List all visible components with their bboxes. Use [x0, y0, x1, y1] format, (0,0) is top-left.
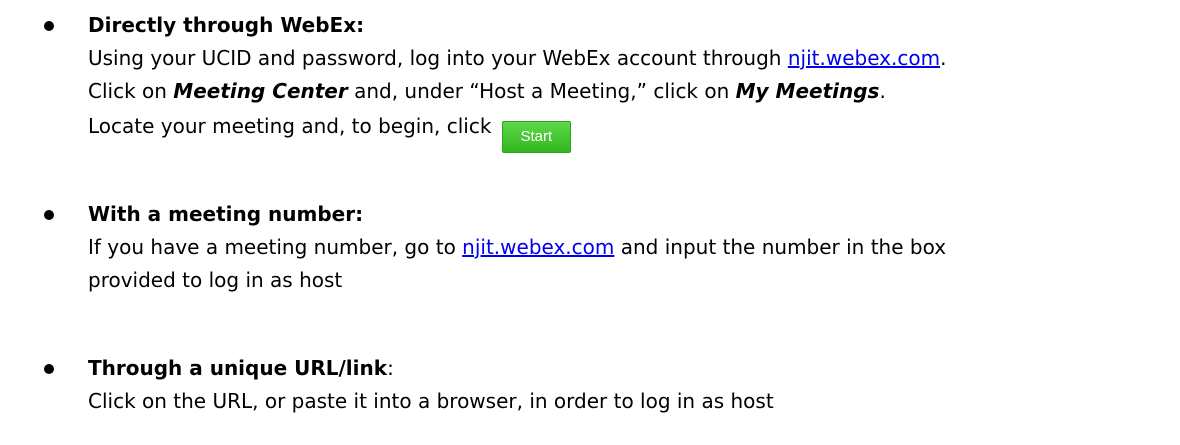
line-text: .: [940, 46, 947, 70]
heading-text: Through a unique URL/link: [88, 356, 388, 380]
bullet-icon: [44, 210, 54, 220]
item-line: provided to log in as host: [88, 264, 342, 297]
item-heading: With a meeting number:: [88, 198, 363, 231]
item-heading: Directly through WebEx:: [88, 9, 364, 42]
heading-suffix: :: [387, 356, 394, 380]
item-line: Click on the URL, or paste it into a bro…: [88, 385, 774, 418]
start-button[interactable]: Start: [501, 121, 571, 153]
line-text: Click on: [88, 79, 174, 103]
webex-link[interactable]: njit.webex.com: [462, 235, 614, 259]
item-line: Locate your meeting and, to begin, click…: [88, 110, 571, 153]
webex-link[interactable]: njit.webex.com: [788, 46, 940, 70]
item-line: Click on Meeting Center and, under “Host…: [88, 75, 886, 108]
item-line: If you have a meeting number, go to njit…: [88, 231, 946, 264]
item-line: Using your UCID and password, log into y…: [88, 42, 946, 75]
line-text: .: [879, 79, 886, 103]
line-text: Click on the URL, or paste it into a bro…: [88, 389, 774, 413]
item-heading: Through a unique URL/link:: [88, 352, 394, 385]
my-meetings-text: My Meetings: [735, 79, 880, 103]
bullet-icon: [44, 21, 54, 31]
line-text: and input the number in the box: [614, 235, 947, 259]
line-text: If you have a meeting number, go to: [88, 235, 463, 259]
line-text: Locate your meeting and, to begin, click: [88, 114, 492, 138]
heading-text: Directly through WebEx:: [88, 13, 365, 37]
meeting-center-text: Meeting Center: [173, 79, 348, 103]
line-text: and, under “Host a Meeting,” click on: [347, 79, 736, 103]
line-text: provided to log in as host: [88, 268, 343, 292]
bullet-icon: [44, 364, 54, 374]
line-text: Using your UCID and password, log into y…: [88, 46, 788, 70]
heading-text: With a meeting number:: [88, 202, 364, 226]
document: Directly through WebEx: Using your UCID …: [0, 0, 1180, 445]
